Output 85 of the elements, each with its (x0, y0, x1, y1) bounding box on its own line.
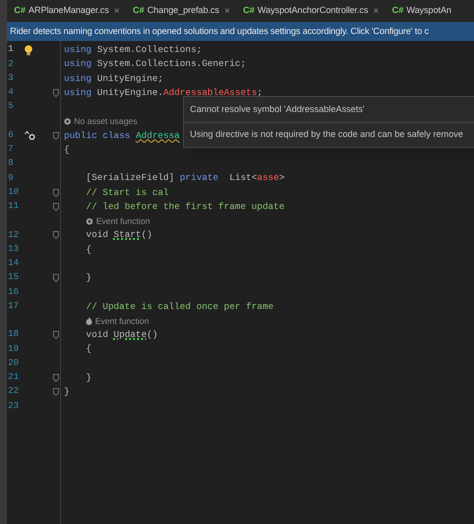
code-token: public class (64, 130, 132, 141)
code-token: () (141, 229, 152, 240)
fold-marker-icon[interactable] (53, 388, 59, 396)
close-icon[interactable]: × (114, 4, 120, 18)
inlay-hint[interactable]: Event function (96, 214, 150, 228)
code-token: > (279, 172, 285, 184)
line-number: 20 (7, 356, 20, 370)
code-token: () (146, 329, 158, 340)
close-icon[interactable]: × (373, 4, 380, 18)
line-number: 22 (7, 385, 20, 398)
line-number: 18 (7, 328, 20, 342)
line-number: 14 (7, 257, 20, 270)
code-comment: // Start is cal (85, 186, 169, 198)
code-token: Start (114, 229, 142, 240)
code-token: Addressa (136, 130, 180, 141)
line-number: 12 (7, 228, 20, 242)
tab-label: Change_prefab.cs (147, 4, 220, 18)
unity-icon (86, 218, 94, 225)
fold-marker-icon[interactable] (53, 132, 59, 140)
line-number: 19 (7, 342, 20, 356)
code-token: } (85, 272, 92, 284)
line-number: 10 (7, 186, 20, 199)
code-token: System.Collections.Generic; (96, 58, 246, 70)
line-number: 8 (7, 157, 14, 170)
code-token: List< (228, 172, 258, 184)
inlay-hint[interactable]: Event function (95, 314, 149, 328)
line-number: 17 (7, 300, 20, 313)
code-token: UnityEngine; (96, 72, 164, 84)
fold-marker-icon[interactable] (53, 88, 59, 97)
line-number: 2 (7, 58, 14, 71)
code-token: using (64, 72, 92, 84)
code-token: AddressableAssets (163, 86, 257, 98)
tab-label: WayspotAnchorController.cs (258, 4, 368, 18)
code-token: Update (114, 329, 147, 340)
banner-text: Rider detects naming conventions in opened solutions and updates settings accordingly. Click 'Configure' to c (10, 24, 429, 38)
fold-marker-icon[interactable] (53, 274, 59, 282)
code-token: UnityEngine. (96, 86, 164, 98)
code-token: private (180, 172, 218, 184)
line-number: 16 (7, 286, 20, 299)
fold-marker-icon[interactable] (53, 374, 59, 382)
inlay-hint[interactable]: No asset usages (74, 115, 138, 128)
code-token: void (85, 329, 110, 340)
csharp-file-icon: C# (392, 4, 404, 18)
tab-label: WayspotAn (406, 4, 452, 18)
line-number: 3 (7, 72, 14, 85)
code-token: asse (257, 172, 280, 184)
line-number: 4 (7, 86, 14, 100)
code-token: void (85, 229, 110, 240)
code-comment: // Update is called once per frame (85, 300, 274, 312)
fold-marker-icon[interactable] (53, 202, 59, 211)
fold-marker-icon[interactable] (53, 331, 59, 340)
line-number: 9 (7, 172, 14, 185)
code-token: using (64, 58, 92, 70)
line-number: 11 (7, 200, 20, 214)
csharp-file-icon: C# (14, 4, 26, 18)
line-number: 1 (7, 43, 14, 56)
lightbulb-icon[interactable] (24, 44, 33, 56)
code-token: { (85, 244, 92, 255)
flame-icon (86, 316, 92, 325)
code-token: } (85, 372, 92, 383)
tab-label: ARPlaneManager.cs (28, 4, 109, 18)
close-icon[interactable]: × (224, 4, 230, 18)
fold-marker-icon[interactable] (53, 188, 59, 197)
code-token: } (64, 386, 70, 398)
line-number: 23 (7, 400, 20, 413)
code-token: System.Collections; (96, 44, 202, 56)
tooltip-message: Cannot resolve symbol 'AddressableAssets' (190, 102, 365, 116)
line-number: 13 (7, 242, 20, 256)
unity-icon (64, 118, 71, 125)
code-token: { (85, 343, 92, 354)
implements-icon[interactable] (24, 130, 36, 142)
line-number: 21 (7, 371, 20, 384)
fold-marker-icon[interactable] (53, 231, 59, 240)
csharp-file-icon: C# (132, 4, 144, 18)
line-number: 7 (7, 143, 14, 156)
code-token: [SerializeField] (85, 172, 176, 184)
tooltip-message: Using directive is not required by the code and can be safely remove (190, 128, 464, 142)
line-number: 5 (7, 100, 14, 114)
line-number: 15 (7, 271, 20, 284)
code-token: using (64, 86, 92, 98)
csharp-file-icon: C# (243, 4, 255, 18)
line-number: 6 (7, 128, 14, 142)
code-token: using (64, 44, 92, 56)
code-comment: // led before the first frame update (85, 200, 285, 212)
code-token: { (64, 144, 70, 155)
